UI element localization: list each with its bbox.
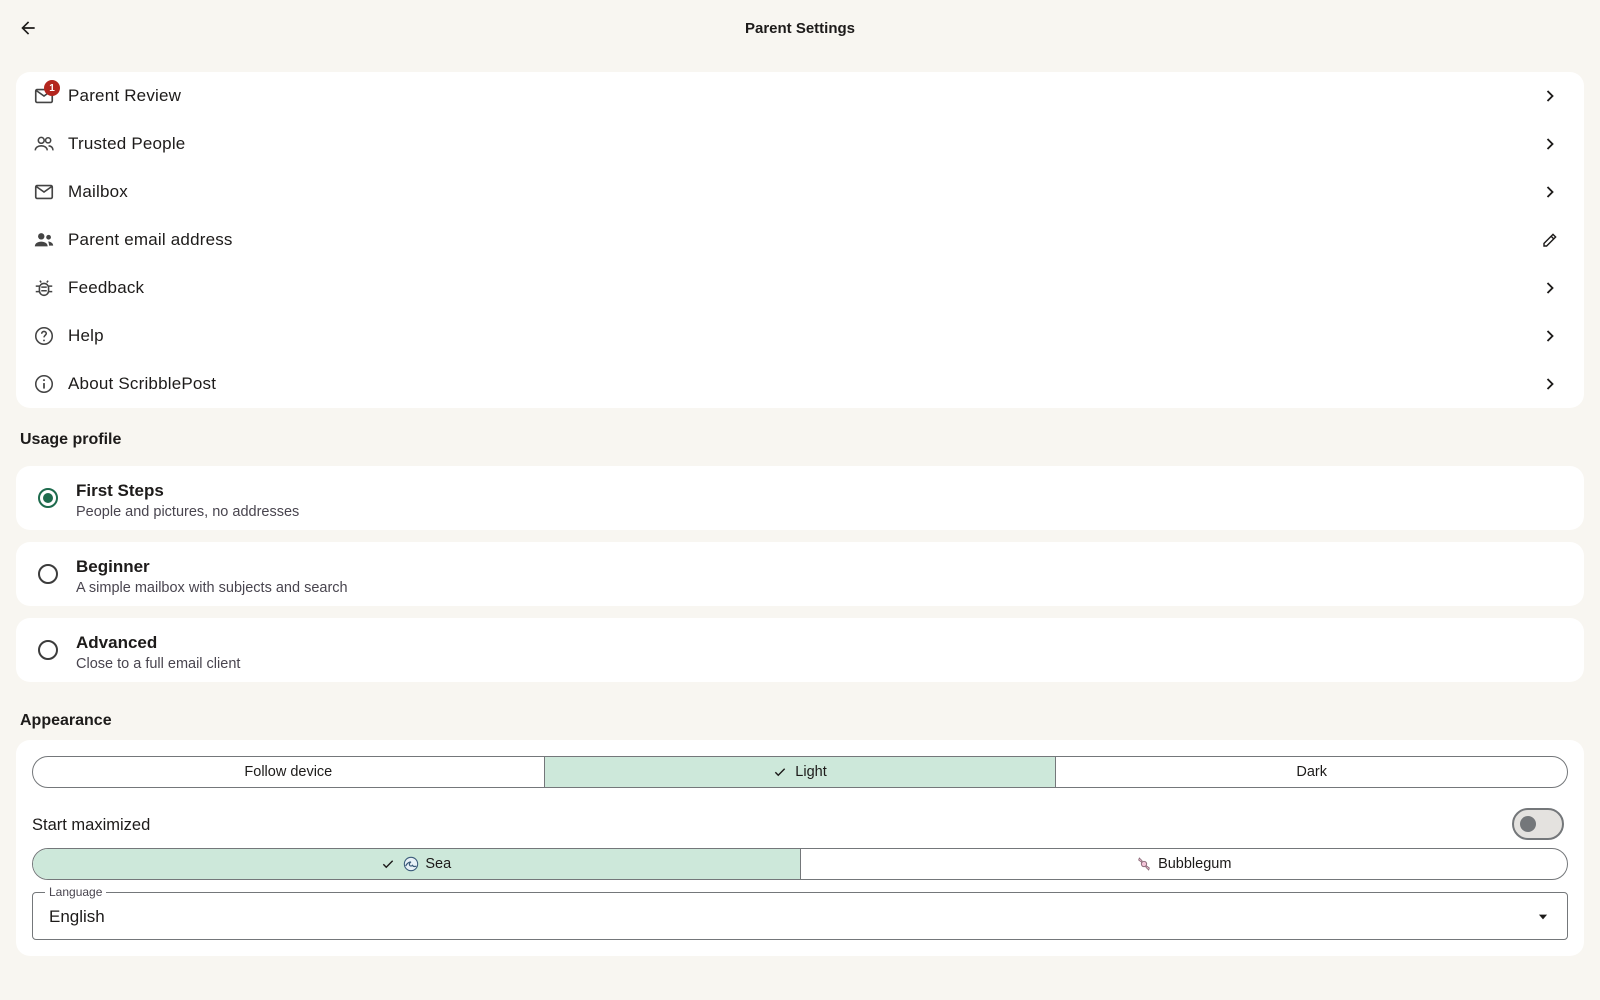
mail-icon (32, 180, 56, 204)
page-title: Parent Settings (744, 20, 856, 37)
theme-option-light[interactable]: Light (544, 757, 1057, 787)
wave-icon (403, 856, 419, 872)
language-value: English (49, 907, 105, 926)
menu-item-label: Trusted People (68, 134, 186, 153)
chevron-right-icon (1538, 132, 1562, 156)
menu-item-feedback[interactable]: Feedback (16, 264, 1584, 312)
top-app-bar: Parent Settings (0, 0, 1600, 56)
option-title: Beginner (76, 557, 150, 576)
switch-knob (1520, 816, 1536, 832)
option-subtitle: People and pictures, no addresses (76, 504, 300, 520)
radio-button[interactable] (38, 640, 58, 660)
chevron-right-icon (1538, 180, 1562, 204)
candy-icon (1136, 856, 1152, 872)
theme-option-dark[interactable]: Dark (1056, 757, 1567, 787)
chevron-right-icon (1538, 324, 1562, 348)
menu-item-label: About ScribblePost (68, 374, 217, 393)
option-subtitle: A simple mailbox with subjects and searc… (76, 580, 348, 596)
menu-item-label: Help (68, 326, 104, 345)
chevron-right-icon (1538, 276, 1562, 300)
bug-icon (32, 276, 56, 300)
radio-button[interactable] (38, 488, 58, 508)
check-icon (381, 857, 395, 871)
radio-button[interactable] (38, 564, 58, 584)
chevron-right-icon (1538, 84, 1562, 108)
theme-option-follow-device[interactable]: Follow device (33, 757, 545, 787)
language-label: Language (45, 885, 107, 899)
notification-badge: 1 (44, 80, 60, 96)
menu-item-mailbox[interactable]: Mailbox (16, 168, 1584, 216)
menu-item-label: Feedback (68, 278, 145, 297)
check-icon (773, 765, 787, 779)
menu-item-parent-email[interactable]: Parent email address (16, 216, 1584, 264)
language-select[interactable]: Language English (32, 885, 1568, 940)
chevron-right-icon (1538, 372, 1562, 396)
palette-segmented-control: Sea Bubblegum (32, 848, 1568, 880)
start-maximized-switch[interactable] (1512, 808, 1564, 840)
segment-label: Light (795, 764, 827, 780)
profile-option-first-steps[interactable]: First Steps People and pictures, no addr… (16, 466, 1584, 530)
segment-label: Follow device (244, 764, 333, 780)
profile-option-beginner[interactable]: Beginner A simple mailbox with subjects … (16, 542, 1584, 606)
theme-segmented-control: Follow device Light Dark (32, 756, 1568, 788)
option-title: Advanced (76, 633, 158, 652)
segment-label: Dark (1296, 764, 1327, 780)
option-subtitle: Close to a full email client (76, 656, 241, 672)
segment-label: Bubblegum (1158, 856, 1232, 872)
palette-option-bubblegum[interactable]: Bubblegum (801, 849, 1568, 879)
start-maximized-label: Start maximized (32, 816, 151, 834)
menu-item-label: Mailbox (68, 182, 128, 201)
people-icon (32, 132, 56, 156)
pencil-icon[interactable] (1538, 228, 1562, 252)
option-title: First Steps (76, 481, 164, 500)
segment-label: Sea (425, 856, 452, 872)
menu-item-help[interactable]: Help (16, 312, 1584, 360)
menu-item-parent-review[interactable]: 1 Parent Review (16, 72, 1584, 120)
usage-profile-heading: Usage profile (20, 431, 122, 448)
menu-item-label: Parent Review (68, 86, 182, 105)
appearance-heading: Appearance (20, 712, 112, 729)
help-circle-icon (32, 324, 56, 348)
settings-menu: 1 Parent Review Trusted People Mailbox P… (16, 72, 1584, 408)
profile-option-advanced[interactable]: Advanced Close to a full email client (16, 618, 1584, 682)
menu-item-label: Parent email address (68, 230, 233, 249)
info-icon (32, 372, 56, 396)
appearance-card: Follow device Light Dark Start maximized… (16, 740, 1584, 956)
menu-item-trusted-people[interactable]: Trusted People (16, 120, 1584, 168)
supervisor-icon (32, 228, 56, 252)
dropdown-arrow-icon (1531, 905, 1555, 929)
palette-option-sea[interactable]: Sea (33, 849, 801, 879)
menu-item-about[interactable]: About ScribblePost (16, 360, 1584, 408)
